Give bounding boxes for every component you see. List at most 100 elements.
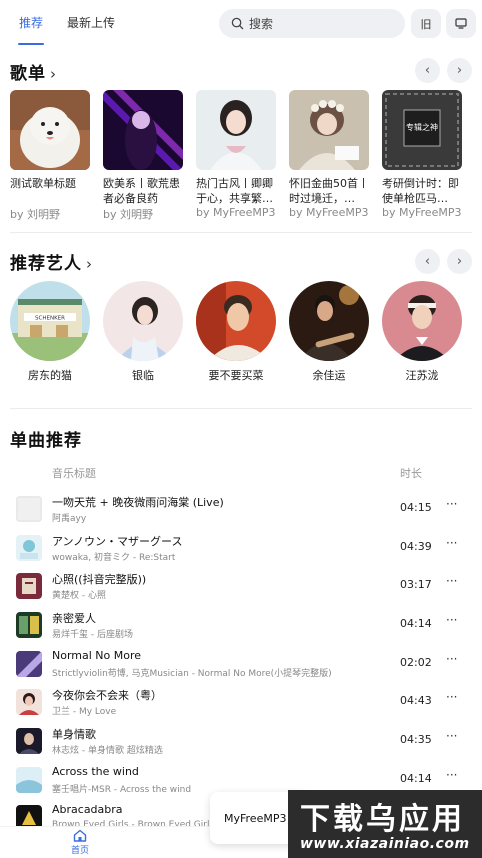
playlist-author: by MyFreeMP3 bbox=[196, 206, 276, 219]
artist-card[interactable]: 要不要买菜 bbox=[196, 281, 276, 383]
artists-next-button[interactable]: › bbox=[447, 249, 472, 274]
song-title: 今夜你会不会来（粤） bbox=[52, 689, 162, 702]
section-divider bbox=[10, 408, 472, 409]
song-title: アンノウン・マザーグース bbox=[52, 535, 183, 548]
song-artist: wowaka, 初音ミク - Re:Start bbox=[52, 553, 176, 563]
song-duration: 04:39 bbox=[400, 540, 432, 553]
song-duration: 02:02 bbox=[400, 656, 432, 669]
song-thumbnail bbox=[16, 496, 42, 522]
more-icon[interactable]: ··· bbox=[446, 536, 457, 550]
artist-card[interactable]: 汪苏泷 bbox=[382, 281, 462, 383]
more-icon[interactable]: ··· bbox=[446, 574, 457, 588]
old-version-button[interactable]: 旧 bbox=[411, 9, 441, 38]
playlists-section-title[interactable]: 歌单 › bbox=[10, 59, 57, 84]
song-artist: 黄楚权 - 心照 bbox=[52, 591, 106, 601]
more-icon[interactable]: ··· bbox=[446, 613, 457, 627]
search-input[interactable] bbox=[249, 14, 389, 33]
song-duration: 04:43 bbox=[400, 694, 432, 707]
playlist-card[interactable]: 测试歌单标题 by 刘明野 bbox=[10, 90, 90, 222]
song-row[interactable]: 今夜你会不会来（粤） 卫兰 - My Love 04:43 ··· bbox=[0, 687, 482, 725]
song-row[interactable]: Normal No More Strictlyviolin苟博, 马克Music… bbox=[0, 649, 482, 687]
column-header-title: 音乐标题 bbox=[52, 467, 96, 480]
chevron-right-icon: › bbox=[50, 65, 57, 83]
chevron-left-icon: ‹ bbox=[424, 254, 431, 269]
playlist-author: by 刘明野 bbox=[103, 208, 153, 221]
song-title: Abracadabra bbox=[52, 803, 123, 816]
song-artist: 阿禹ayy bbox=[52, 514, 87, 524]
song-duration: 04:15 bbox=[400, 501, 432, 514]
artist-card[interactable]: 银临 bbox=[103, 281, 183, 383]
artist-name: 房东的猫 bbox=[28, 369, 72, 382]
song-title: 一吻天荒 + 晚夜微雨问海棠 (Live) bbox=[52, 496, 224, 509]
chevron-right-icon: › bbox=[86, 255, 93, 273]
artist-avatar-sign: SCHENKER bbox=[35, 316, 65, 322]
nav-home-label: 首页 bbox=[70, 846, 89, 856]
song-row[interactable]: 一吻天荒 + 晚夜微雨问海棠 (Live) 阿禹ayy 04:15 ··· bbox=[0, 494, 482, 532]
playlist-card[interactable]: 欧美系丨歌荒患者必备良药 by 刘明野 bbox=[103, 90, 183, 222]
song-artist: 卫兰 - My Love bbox=[52, 707, 117, 717]
more-icon[interactable]: ··· bbox=[446, 690, 457, 704]
artist-card[interactable]: 余佳运 bbox=[289, 281, 369, 383]
playlist-author: by 刘明野 bbox=[10, 208, 60, 221]
song-artist: Strictlyviolin苟博, 马克Musician - Normal No… bbox=[52, 669, 332, 679]
playlist-title: 热门古风丨卿卿于心，共享繁… bbox=[196, 177, 273, 205]
search-box[interactable] bbox=[219, 9, 405, 38]
playlists-next-button[interactable]: › bbox=[447, 58, 472, 83]
song-row[interactable]: 单身情歌 林志炫 - 单身情歌 超炫精选 04:35 ··· bbox=[0, 726, 482, 764]
chevron-right-icon: › bbox=[456, 63, 463, 78]
song-row[interactable]: 亲密爱人 易烊千玺 - 后座剧场 04:14 ··· bbox=[0, 610, 482, 648]
artist-avatar: SCHENKER bbox=[10, 281, 90, 361]
artist-avatar bbox=[196, 281, 276, 361]
artist-avatar bbox=[382, 281, 462, 361]
song-duration: 03:17 bbox=[400, 578, 432, 591]
artists-section-title[interactable]: 推荐艺人 › bbox=[10, 249, 93, 274]
playlist-title: 考研倒计时：即使单枪匹马… bbox=[382, 177, 459, 205]
playlists-prev-button[interactable]: ‹ bbox=[415, 58, 440, 83]
chevron-right-icon: › bbox=[456, 254, 463, 269]
screen-button[interactable] bbox=[446, 9, 476, 38]
song-title: 亲密爱人 bbox=[52, 612, 96, 625]
tab-recommend[interactable]: 推荐 bbox=[19, 14, 43, 31]
more-icon[interactable]: ··· bbox=[446, 768, 457, 782]
playlist-card[interactable]: 怀旧金曲50首丨时过境迁，… by MyFreeMP3 bbox=[289, 90, 369, 219]
artist-name: 要不要买菜 bbox=[208, 369, 264, 382]
artist-name: 余佳运 bbox=[312, 369, 346, 382]
more-icon[interactable]: ··· bbox=[446, 497, 457, 511]
monitor-icon bbox=[455, 18, 467, 29]
playlist-author: by MyFreeMP3 bbox=[382, 206, 462, 219]
chevron-left-icon: ‹ bbox=[424, 63, 431, 78]
more-icon[interactable]: ··· bbox=[446, 652, 457, 666]
playlist-cover bbox=[10, 90, 90, 170]
watermark: 下载乌应用 www.xiazainiao.com bbox=[288, 790, 482, 858]
playlist-card[interactable]: 专辑之神 考研倒计时：即使单枪匹马… by MyFreeMP3 bbox=[382, 90, 462, 219]
playlist-card[interactable]: 热门古风丨卿卿于心，共享繁… by MyFreeMP3 bbox=[196, 90, 276, 219]
song-row[interactable]: アンノウン・マザーグース wowaka, 初音ミク - Re:Start 04:… bbox=[0, 533, 482, 571]
song-duration: 04:35 bbox=[400, 733, 432, 746]
song-row[interactable]: 心照((抖音完整版)) 黄楚权 - 心照 03:17 ··· bbox=[0, 571, 482, 609]
search-icon bbox=[231, 17, 244, 30]
playlist-title: 测试歌单标题 bbox=[10, 177, 76, 190]
song-thumbnail bbox=[16, 728, 42, 754]
column-header-duration: 时长 bbox=[400, 467, 422, 480]
song-thumbnail bbox=[16, 612, 42, 638]
watermark-url: www.xiazainiao.com bbox=[300, 836, 470, 852]
artists-prev-button[interactable]: ‹ bbox=[415, 249, 440, 274]
artist-name: 汪苏泷 bbox=[405, 369, 439, 382]
song-title: 单身情歌 bbox=[52, 728, 96, 741]
playlist-cover bbox=[289, 90, 369, 170]
song-duration: 04:14 bbox=[400, 772, 432, 785]
song-title: 心照((抖音完整版)) bbox=[52, 573, 147, 586]
song-thumbnail bbox=[16, 651, 42, 677]
home-icon bbox=[73, 829, 87, 842]
playlist-title: 怀旧金曲50首丨时过境迁，… bbox=[289, 177, 369, 205]
nav-home[interactable]: 首页 bbox=[64, 829, 96, 856]
song-thumbnail bbox=[16, 767, 42, 793]
tab-latest-upload[interactable]: 最新上传 bbox=[67, 14, 115, 31]
song-artist: 易烊千玺 - 后座剧场 bbox=[52, 630, 133, 640]
more-icon[interactable]: ··· bbox=[446, 729, 457, 743]
top-bar: 推荐 最新上传 旧 bbox=[0, 0, 482, 48]
artist-card[interactable]: SCHENKER 房东的猫 bbox=[10, 281, 90, 383]
song-artist: 林志炫 - 单身情歌 超炫精选 bbox=[52, 746, 163, 756]
song-title: Normal No More bbox=[52, 649, 142, 662]
artist-avatar bbox=[289, 281, 369, 361]
